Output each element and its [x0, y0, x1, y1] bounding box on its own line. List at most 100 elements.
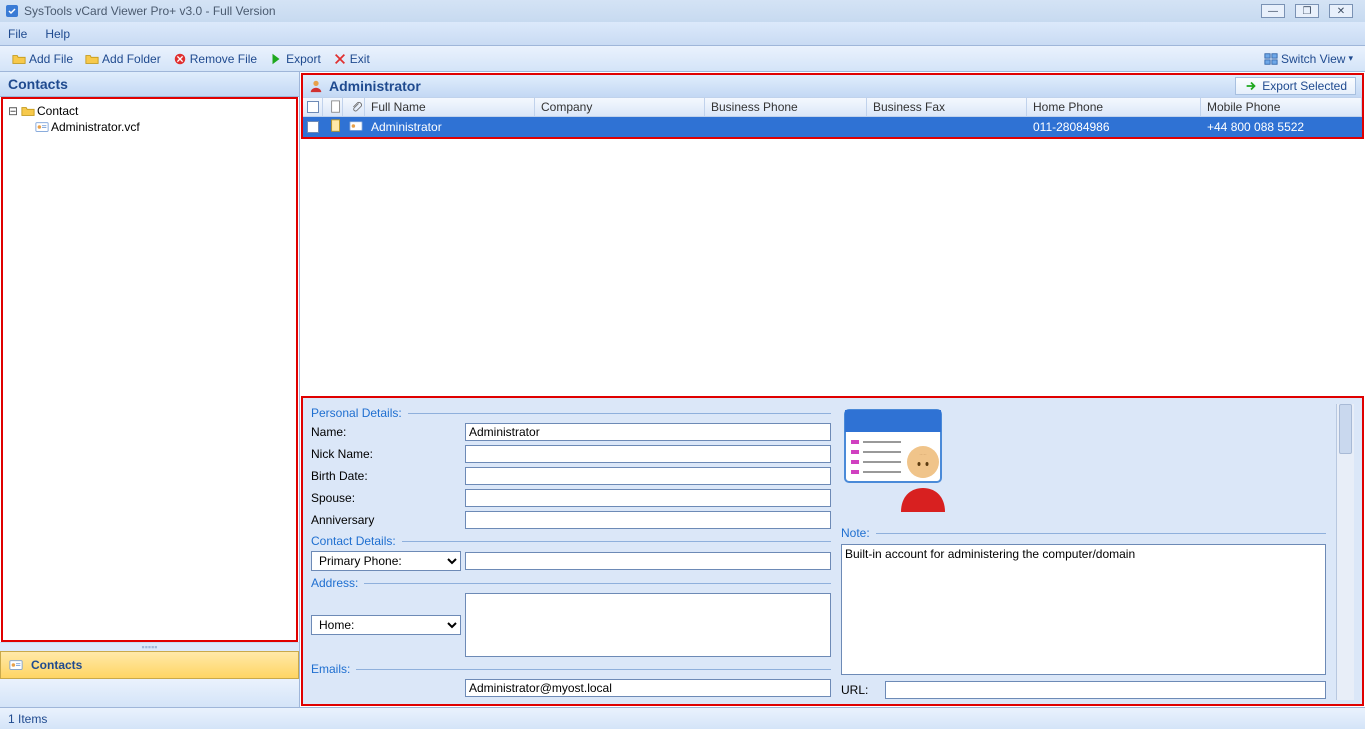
paperclip-icon	[349, 100, 363, 114]
exit-icon	[333, 52, 347, 66]
note-label: Note:	[841, 526, 1326, 540]
note-field[interactable]: Built-in account for administering the c…	[841, 544, 1326, 675]
contact-grid: Administrator Export Selected Full Name …	[301, 73, 1364, 139]
tree-file-row[interactable]: Administrator.vcf	[7, 119, 292, 135]
birth-label: Birth Date:	[311, 469, 461, 483]
main-split: Contacts ⊟ Contact Administrator.vcf ▪▪▪…	[0, 72, 1365, 707]
minimize-button[interactable]: —	[1261, 4, 1285, 18]
url-label: URL:	[841, 683, 881, 697]
cell-mobile-phone: +44 800 088 5522	[1201, 120, 1362, 134]
spouse-label: Spouse:	[311, 491, 461, 505]
remove-icon	[173, 52, 187, 66]
person-icon	[309, 79, 323, 93]
personal-details-label: Personal Details:	[311, 406, 831, 420]
exit-button[interactable]: Exit	[327, 50, 376, 68]
tree-collapse-icon[interactable]: ⊟	[7, 104, 19, 118]
row-checkbox[interactable]	[307, 121, 319, 133]
details-scrollbar[interactable]	[1336, 404, 1354, 700]
titlebar: SysTools vCard Viewer Pro+ v3.0 - Full V…	[0, 0, 1365, 22]
anniversary-label: Anniversary	[311, 513, 461, 527]
contacts-tree[interactable]: ⊟ Contact Administrator.vcf	[1, 97, 298, 642]
vcard-icon	[35, 120, 49, 134]
anniversary-field[interactable]	[465, 511, 831, 529]
table-row[interactable]: Administrator 011-28084986 +44 800 088 5…	[303, 117, 1362, 137]
tree-file-label: Administrator.vcf	[51, 120, 140, 134]
details-right-col: Note: Built-in account for administering…	[841, 404, 1326, 700]
remove-file-label: Remove File	[190, 52, 257, 66]
window-controls: — ❐ ✕	[1261, 4, 1361, 18]
primary-phone-field[interactable]	[465, 552, 831, 570]
nav-contacts-label: Contacts	[31, 658, 82, 672]
grid-title-text: Administrator	[329, 78, 1229, 94]
menu-file[interactable]: File	[8, 27, 27, 41]
contacts-icon	[9, 658, 23, 672]
add-file-label: Add File	[29, 52, 73, 66]
address-type-select[interactable]: Home:	[311, 615, 461, 635]
address-field[interactable]	[465, 593, 831, 657]
export-selected-button[interactable]: Export Selected	[1235, 77, 1356, 95]
col-full-name[interactable]: Full Name	[365, 98, 535, 116]
chevron-down-icon: ▾	[1348, 53, 1353, 64]
emails-label: Emails:	[311, 662, 831, 676]
app-icon	[4, 3, 20, 19]
statusbar: 1 Items	[0, 707, 1365, 729]
nav-grip[interactable]: ▪▪▪▪▪	[0, 643, 299, 651]
export-selected-label: Export Selected	[1262, 79, 1347, 93]
col-business-phone[interactable]: Business Phone	[705, 98, 867, 116]
address-label: Address:	[311, 576, 831, 590]
folder-open-icon	[21, 104, 35, 118]
emails-field[interactable]	[465, 679, 831, 697]
col-company[interactable]: Company	[535, 98, 705, 116]
export-button[interactable]: Export	[263, 50, 327, 68]
nav-bottom: ▪▪▪▪▪ Contacts	[0, 642, 299, 707]
col-clip[interactable]	[343, 98, 365, 116]
name-label: Name:	[311, 425, 461, 439]
select-all-checkbox[interactable]	[307, 101, 319, 113]
grid-titlebar: Administrator Export Selected	[303, 75, 1362, 97]
menu-help[interactable]: Help	[45, 27, 70, 41]
nav-switch-strip[interactable]	[0, 679, 299, 707]
url-field[interactable]	[885, 681, 1326, 699]
left-pane: Contacts ⊟ Contact Administrator.vcf ▪▪▪…	[0, 72, 300, 707]
folder-icon	[85, 52, 99, 66]
col-home-phone[interactable]: Home Phone	[1027, 98, 1201, 116]
name-field[interactable]	[465, 423, 831, 441]
export-icon	[269, 52, 283, 66]
nick-field[interactable]	[465, 445, 831, 463]
contact-details: Personal Details: Name: Nick Name: Birth…	[301, 396, 1364, 706]
col-business-fax[interactable]: Business Fax	[867, 98, 1027, 116]
add-file-button[interactable]: Add File	[6, 50, 79, 68]
switch-view-button[interactable]: Switch View ▾	[1258, 50, 1359, 68]
cell-home-phone: 011-28084986	[1027, 120, 1201, 134]
remove-file-button[interactable]: Remove File	[167, 50, 263, 68]
switch-view-label: Switch View	[1281, 52, 1345, 66]
maximize-button[interactable]: ❐	[1295, 4, 1319, 18]
arrow-right-icon	[1244, 79, 1258, 93]
nav-contacts[interactable]: Contacts	[0, 651, 299, 679]
right-pane: Administrator Export Selected Full Name …	[300, 72, 1365, 707]
add-folder-label: Add Folder	[102, 52, 161, 66]
contact-card-image	[841, 404, 951, 514]
status-items: 1 Items	[8, 712, 47, 726]
primary-phone-select[interactable]: Primary Phone:	[311, 551, 461, 571]
col-mobile-phone[interactable]: Mobile Phone	[1201, 98, 1362, 116]
close-button[interactable]: ✕	[1329, 4, 1353, 18]
contact-details-label: Contact Details:	[311, 534, 831, 548]
tree-root-row[interactable]: ⊟ Contact	[7, 103, 292, 119]
window-title: SysTools vCard Viewer Pro+ v3.0 - Full V…	[24, 4, 1261, 18]
add-folder-button[interactable]: Add Folder	[79, 50, 167, 68]
contacts-header: Contacts	[0, 72, 299, 97]
grid-empty-area	[300, 140, 1365, 395]
menubar: File Help	[0, 22, 1365, 46]
col-attachment[interactable]	[323, 98, 343, 116]
details-left-col: Personal Details: Name: Nick Name: Birth…	[311, 404, 831, 700]
folder-open-icon	[12, 52, 26, 66]
cell-full-name: Administrator	[365, 120, 535, 134]
nick-label: Nick Name:	[311, 447, 461, 461]
page-icon	[329, 119, 343, 133]
switch-view-icon	[1264, 52, 1278, 66]
toolbar: Add File Add Folder Remove File Export E…	[0, 46, 1365, 72]
birth-field[interactable]	[465, 467, 831, 485]
spouse-field[interactable]	[465, 489, 831, 507]
vcard-icon	[349, 119, 363, 133]
